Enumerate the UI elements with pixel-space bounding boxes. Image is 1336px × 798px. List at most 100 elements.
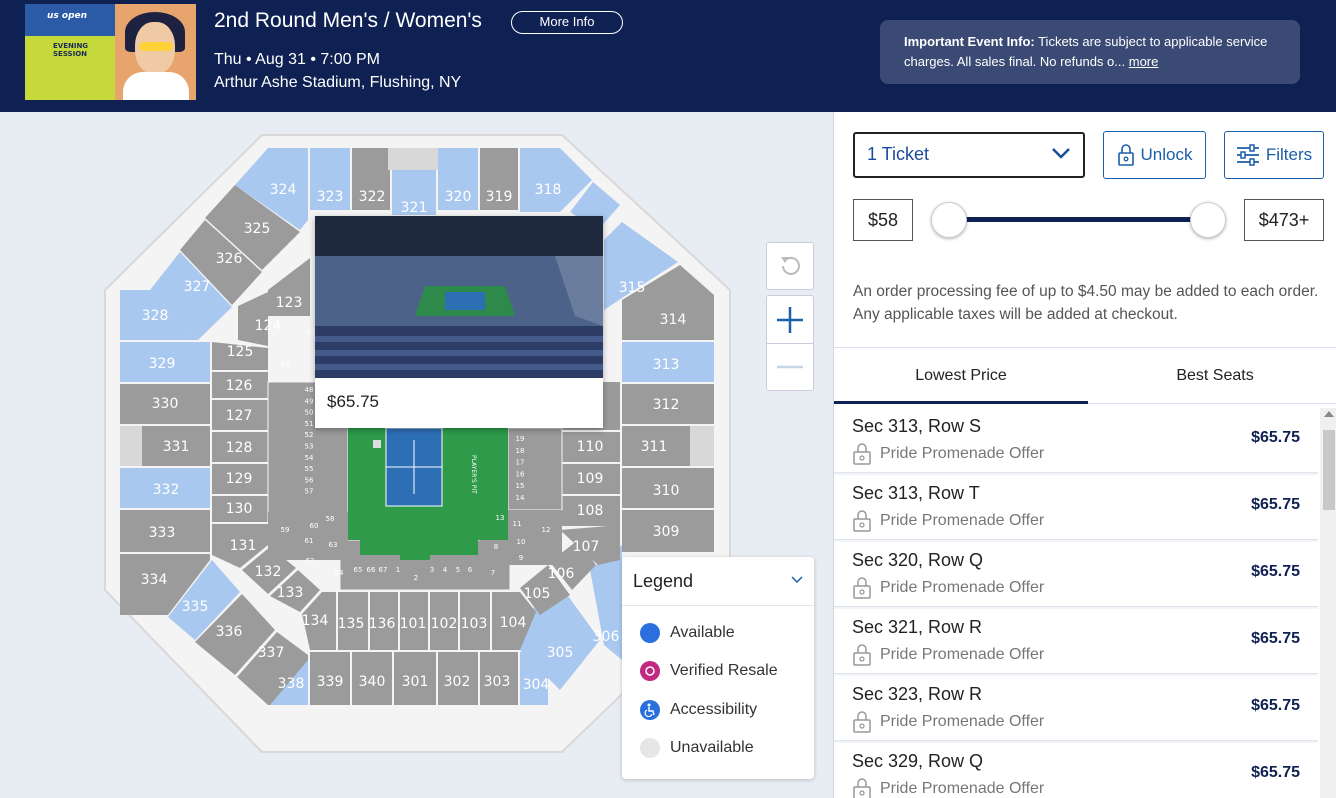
us-open-logo: us open [47, 11, 88, 21]
event-image: us open EVENING SESSION [25, 4, 196, 100]
scroll-up-icon[interactable] [1324, 411, 1334, 417]
row-label: 17 [516, 459, 525, 467]
small-section-label: 58 [326, 515, 335, 523]
listing-section: Sec 320, Row Q [852, 550, 984, 570]
listing-offer-label: Pride Promenade Offer [880, 646, 1045, 663]
listing-price: $65.75 [1251, 496, 1300, 513]
section-label-302: 302 [444, 674, 471, 690]
illustration-glasses [139, 42, 173, 51]
quantity-value: 1 Ticket [867, 144, 930, 164]
legend-divider [622, 605, 814, 606]
section-label-104: 104 [500, 615, 527, 631]
section-label-312: 312 [653, 397, 680, 413]
section-label-328: 328 [142, 308, 169, 324]
legend-verified-resale: Verified Resale [640, 660, 778, 682]
illustration-body [123, 72, 189, 100]
section-label-326: 326 [216, 251, 243, 267]
price-slider-track[interactable] [949, 217, 1209, 222]
section-label-315: 315 [619, 280, 646, 296]
lock-icon [853, 577, 871, 599]
section-label-107: 107 [573, 539, 600, 555]
legend-accessibility: Accessibility [640, 699, 757, 721]
small-section-label: 66 [367, 566, 376, 574]
section-label-314: 314 [660, 312, 687, 328]
section-preview-popup: $65.75 [315, 216, 603, 428]
right-aisle [690, 426, 714, 466]
small-section-label: 2 [414, 574, 418, 582]
section-label-329: 329 [149, 356, 176, 372]
small-section-label: 62 [306, 557, 315, 565]
listing-section: Sec 313, Row T [852, 483, 980, 503]
lock-icon [853, 510, 871, 532]
row-label: 19 [516, 435, 525, 443]
listing-row[interactable]: Sec 313, Row S Pride Promenade Offer $65… [834, 408, 1318, 473]
small-section-label: 1 [396, 566, 400, 574]
seat-map[interactable]: 324 323 322 321 320 319 318 325 326 327 328 329 330 3… [0, 112, 833, 798]
chevron-down-icon[interactable] [790, 575, 804, 585]
wheelchair-icon [640, 700, 660, 720]
listing-section: Sec 323, Row R [852, 684, 983, 704]
section-label-108: 108 [577, 503, 604, 519]
listing-offer: Pride Promenade Offer [852, 510, 1044, 532]
small-section-label: 12 [542, 526, 551, 534]
zoom-in-button[interactable] [766, 295, 814, 343]
listing-row[interactable]: Sec 313, Row T Pride Promenade Offer $65… [834, 475, 1318, 540]
price-slider-min-handle[interactable] [931, 202, 967, 238]
listing-price: $65.75 [1251, 563, 1300, 580]
listing-row[interactable]: Sec 323, Row R Pride Promenade Offer $65… [834, 676, 1318, 741]
legend-panel: Legend Available Verified Resale Accessi… [622, 557, 814, 779]
listing-offer: Pride Promenade Offer [852, 577, 1044, 599]
tab-lowest-price[interactable]: Lowest Price [834, 348, 1088, 404]
section-label-103: 103 [461, 616, 488, 632]
available-dot-icon [640, 623, 660, 643]
listing-price: $65.75 [1251, 630, 1300, 647]
row-label: 48 [305, 386, 314, 394]
small-section-label: 9 [519, 554, 523, 562]
listing-scrollbar[interactable] [1320, 408, 1336, 798]
section-label-127: 127 [226, 408, 253, 424]
chevron-down-icon [1052, 148, 1070, 159]
unlock-button[interactable]: Unlock [1103, 131, 1206, 179]
info-more-link[interactable]: more [1129, 54, 1159, 69]
section-label-135: 135 [338, 616, 365, 632]
section-label-331: 331 [163, 439, 190, 455]
small-section-label: 7 [491, 569, 495, 577]
row-label: 55 [305, 465, 314, 473]
ticket-panel: 1 Ticket Unlock Filters $58 $473+ An ord… [833, 112, 1336, 798]
price-slider-max-handle[interactable] [1190, 202, 1226, 238]
listing-section: Sec 313, Row S [852, 416, 982, 436]
zoom-out-button[interactable] [766, 343, 814, 391]
section-label-338: 338 [278, 676, 305, 692]
lock-icon [853, 644, 871, 666]
reset-view-button[interactable] [766, 242, 814, 290]
max-price-box[interactable]: $473+ [1244, 199, 1324, 241]
listing-row[interactable]: Sec 329, Row Q Pride Promenade Offer $65… [834, 743, 1318, 798]
filters-button[interactable]: Filters [1224, 131, 1324, 179]
min-price-box[interactable]: $58 [853, 199, 913, 241]
section-label-325: 325 [244, 221, 271, 237]
listing-offer-label: Pride Promenade Offer [880, 713, 1045, 730]
small-section-label: 10 [517, 538, 526, 546]
section-label-133: 133 [277, 585, 304, 601]
section-label-337: 337 [258, 645, 285, 661]
section-label-336: 336 [216, 624, 243, 640]
listing-row[interactable]: Sec 321, Row R Pride Promenade Offer $65… [834, 609, 1318, 674]
section-label-124: 124 [255, 318, 282, 334]
listing-row[interactable]: Sec 320, Row Q Pride Promenade Offer $65… [834, 542, 1318, 607]
small-section-label: 63 [329, 541, 338, 549]
players-pit-label: PLAYER'S PIT [470, 455, 477, 494]
row-label: 57 [305, 488, 314, 496]
lock-icon [853, 443, 871, 465]
small-section-label: 6 [468, 566, 473, 574]
section-label-123: 123 [276, 295, 303, 311]
tab-best-seats[interactable]: Best Seats [1088, 348, 1336, 404]
listing-offer-label: Pride Promenade Offer [880, 512, 1045, 529]
more-info-button[interactable]: More Info [511, 11, 623, 34]
section-label-110: 110 [577, 439, 604, 455]
ticket-quantity-select[interactable]: 1 Ticket [853, 132, 1085, 178]
section-label-126: 126 [226, 378, 253, 394]
scroll-thumb[interactable] [1323, 430, 1335, 510]
section-label-128: 128 [226, 440, 253, 456]
row-label: 53 [305, 443, 314, 451]
listing-offer-label: Pride Promenade Offer [880, 780, 1045, 797]
